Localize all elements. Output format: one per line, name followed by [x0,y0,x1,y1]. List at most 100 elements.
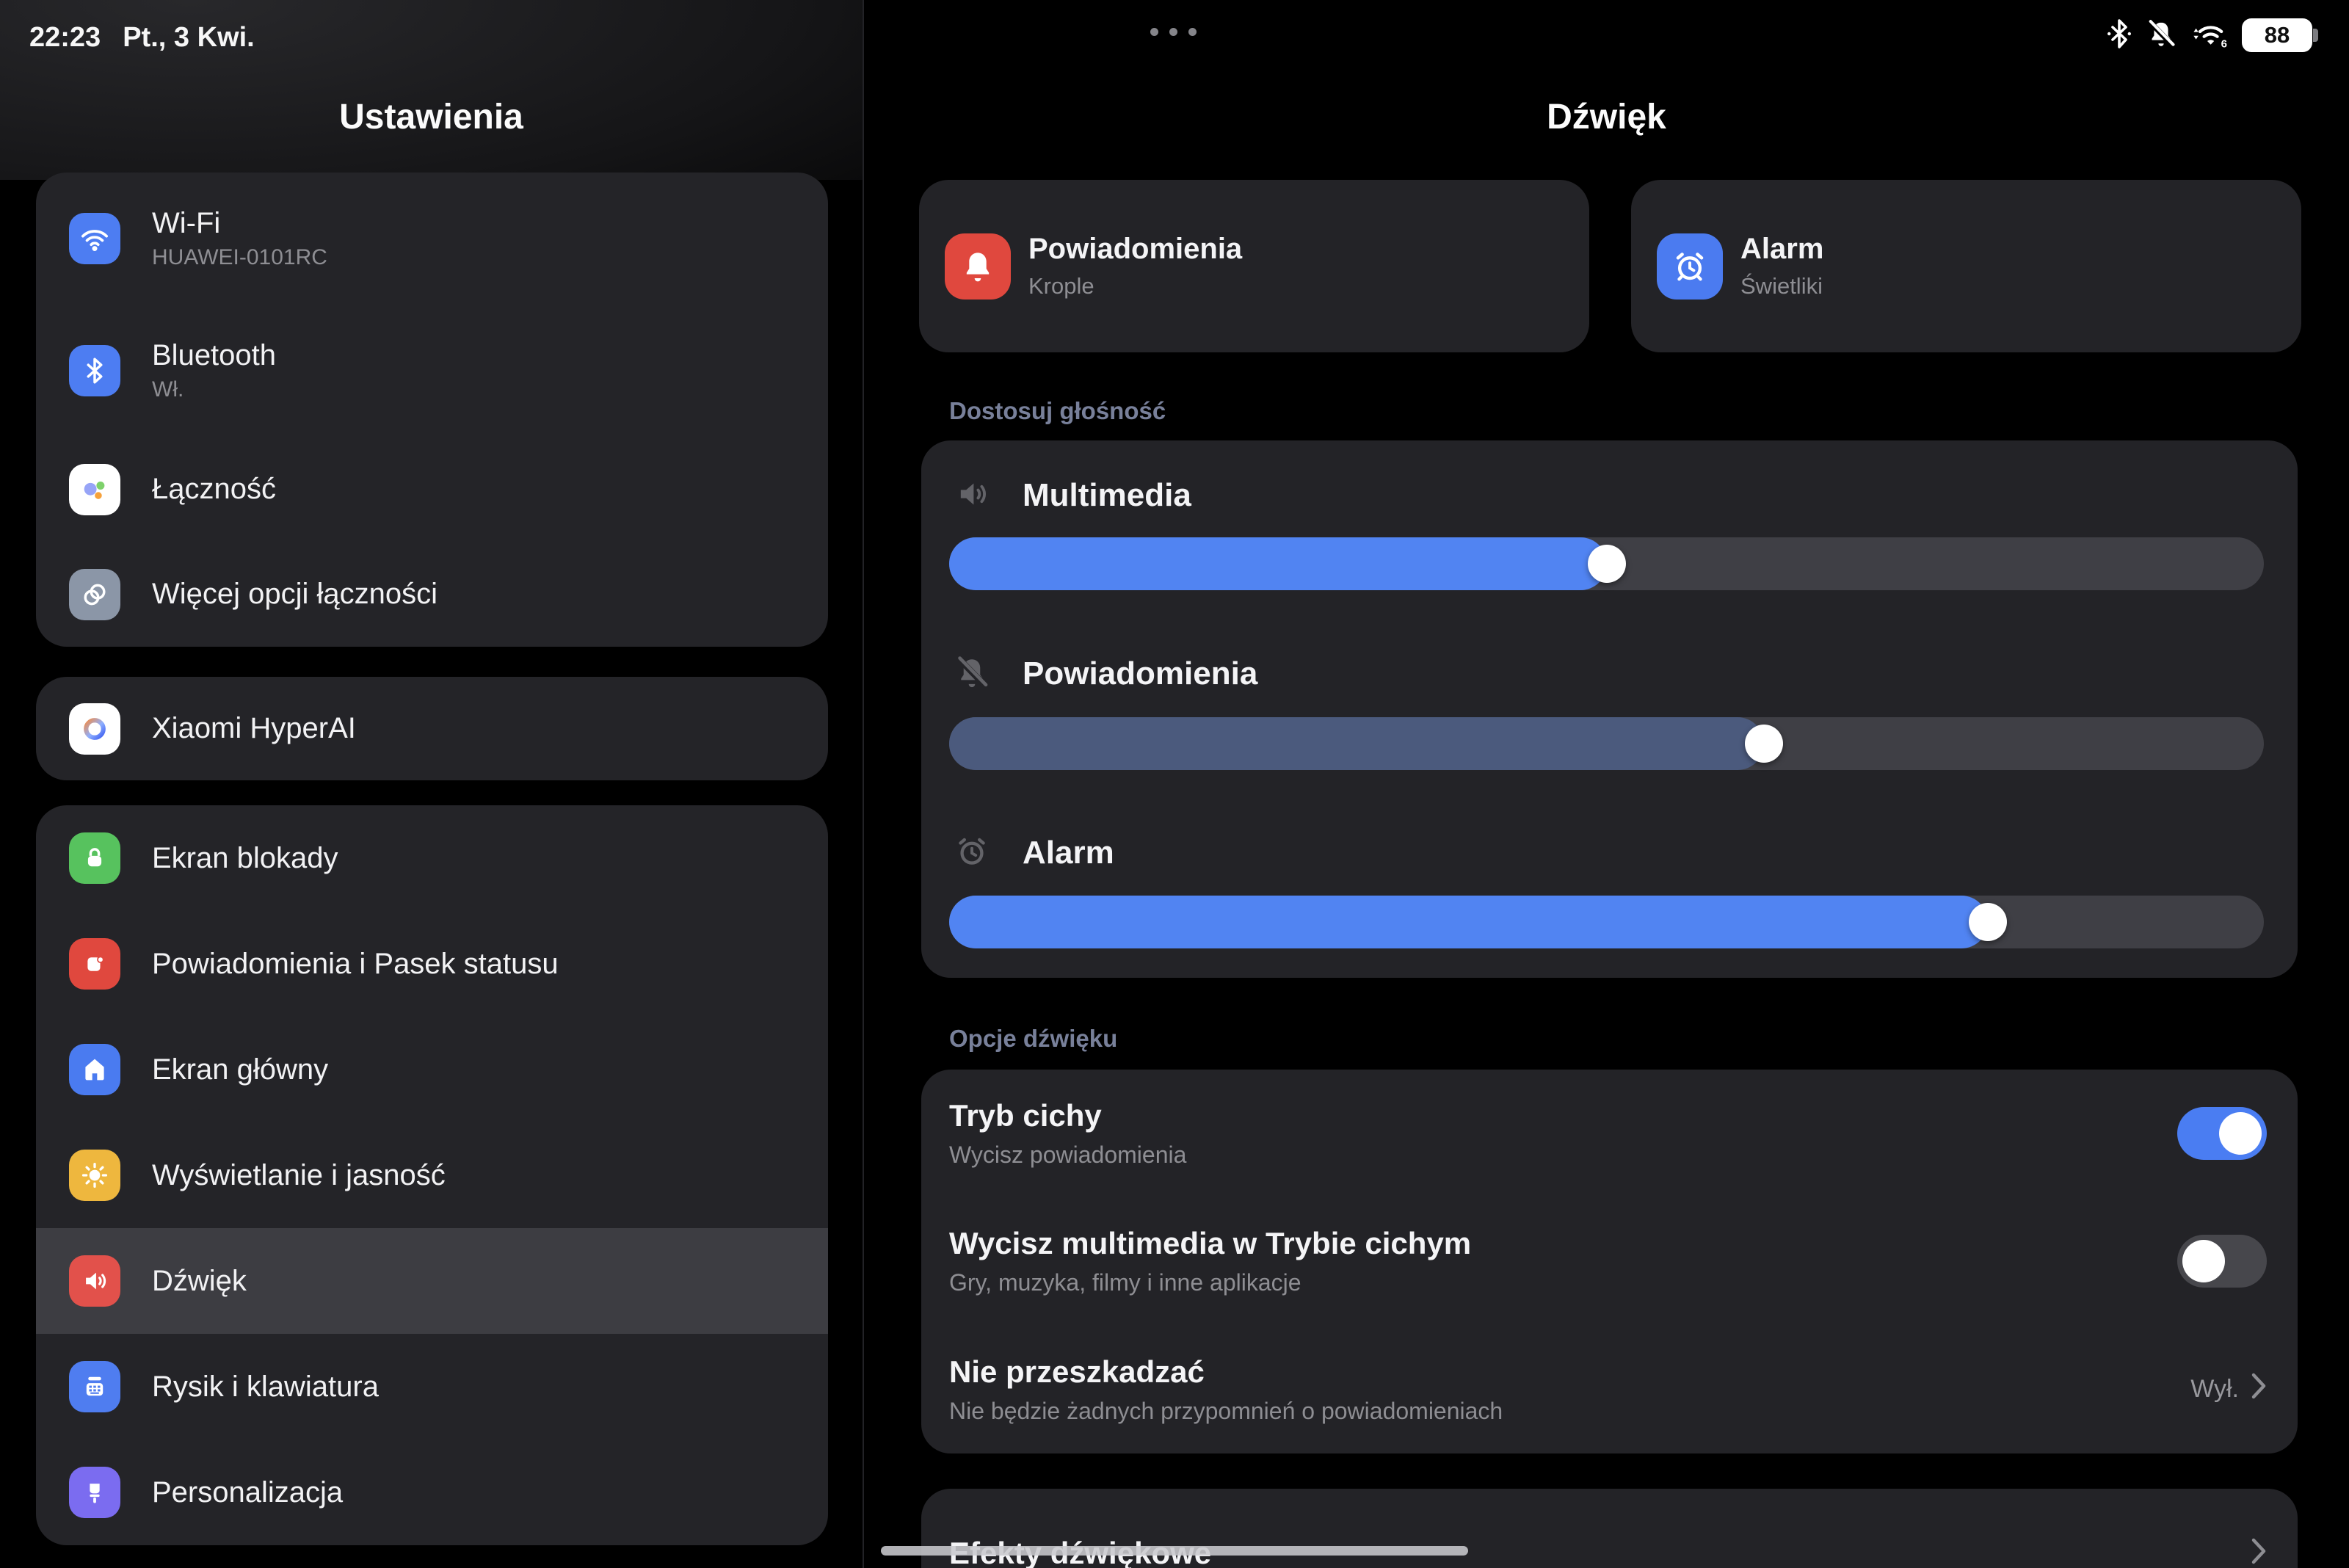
silent-mode-row[interactable]: Tryb cichy Wycisz powiadomienia [921,1070,2298,1197]
mute-media-toggle[interactable] [2177,1235,2267,1288]
sidebar-item-hyperai[interactable]: Xiaomi HyperAI [36,677,828,780]
bluetooth-status-icon [2107,18,2132,54]
alarm-sound-card[interactable]: Alarm Świetliki [1631,180,2301,352]
card-subtitle: Świetliki [1740,273,1823,300]
toggle-knob [2219,1112,2262,1155]
option-title: Nie przeszkadzać [949,1354,1503,1390]
sidebar-item-label: Łączność [152,473,276,506]
sound-effects-row[interactable]: Efekty dźwiękowe [921,1489,2298,1568]
sidebar-item-personalizacja[interactable]: Personalizacja [36,1440,828,1545]
slider-fill [949,896,1988,948]
bell-icon [945,233,1011,300]
alarm-clock-icon [1657,233,1723,300]
notifications-volume-slider[interactable] [949,717,2264,770]
slider-label: Powiadomienia [1023,656,1257,692]
sidebar-item-sublabel: Wł. [152,377,276,402]
wifi-icon [69,213,120,264]
sidebar-item-label: Ekran blokady [152,842,338,875]
bluetooth-icon [69,345,120,396]
card-title: Alarm [1740,233,1823,266]
lock-screen-icon [69,832,120,884]
notifications-muted-status-icon [2145,18,2177,54]
connectivity-icon [69,464,120,515]
display-brightness-icon [69,1150,120,1201]
sidebar-item-sublabel: HUAWEI-0101RC [152,245,327,270]
option-title: Wycisz multimedia w Trybie cichym [949,1226,1471,1261]
slider-thumb[interactable] [1969,903,2007,941]
card-subtitle: Krople [1028,273,1242,300]
chevron-right-icon [2251,1537,2267,1568]
slider-fill [949,717,1764,770]
home-indicator[interactable] [881,1546,1468,1556]
personalization-icon [69,1467,120,1518]
multimedia-volume-slider[interactable] [949,537,2264,590]
multimedia-volume-label: Multimedia [953,473,1191,518]
sidebar-item-label: Rysik i klawiatura [152,1371,379,1404]
sidebar-item-label: Dźwięk [152,1265,247,1298]
hyperai-icon [69,703,120,755]
sidebar: 22:23Pt., 3 Kwi. Ustawienia Wi-Fi HUAWEI… [0,0,863,1568]
slider-thumb[interactable] [1588,545,1626,583]
alarm-volume-slider[interactable] [949,896,2264,948]
home-screen-icon [69,1044,120,1095]
battery-percent: 88 [2265,22,2290,48]
toggle-knob [2182,1240,2225,1282]
page-title: Dźwięk [864,97,2349,137]
date: Pt., 3 Kwi. [123,22,254,53]
window-handle-dots-icon[interactable] [1150,28,1197,36]
statusbar-left: 22:23Pt., 3 Kwi. [29,22,255,54]
mute-media-row[interactable]: Wycisz multimedia w Trybie cichym Gry, m… [921,1197,2298,1325]
volume-card: Multimedia Powiadomienia [921,440,2298,978]
sidebar-group-hyperai: Xiaomi HyperAI [36,677,828,780]
sidebar-item-bluetooth[interactable]: Bluetooth Wł. [36,305,828,437]
sidebar-item-label: Więcej opcji łączności [152,578,438,611]
sound-icon [69,1255,120,1307]
slider-label: Alarm [1023,835,1114,871]
sidebar-item-dzwiek[interactable]: Dźwięk [36,1228,828,1334]
section-label-sound-options: Opcje dźwięku [949,1025,1117,1053]
sidebar-item-label: Ekran główny [152,1053,328,1086]
sidebar-item-wifi[interactable]: Wi-Fi HUAWEI-0101RC [36,173,828,305]
sidebar-item-label: Powiadomienia i Pasek statusu [152,948,559,981]
svg-text:6: 6 [2221,37,2227,50]
chevron-right-icon [2251,1372,2267,1407]
settings-app: 22:23Pt., 3 Kwi. Ustawienia Wi-Fi HUAWEI… [0,0,2349,1568]
option-value: Wył. [2190,1375,2239,1404]
slider-fill [949,537,1607,590]
speaker-icon [953,475,991,517]
sidebar-group-connectivity: Wi-Fi HUAWEI-0101RC Bluetooth Wł. [36,173,828,647]
sidebar-item-ekran-blokady[interactable]: Ekran blokady [36,805,828,911]
more-connectivity-icon [69,569,120,620]
statusbar-right: 6 88 [2107,16,2312,54]
card-title: Powiadomienia [1028,233,1242,266]
silent-mode-toggle[interactable] [2177,1107,2267,1160]
slider-thumb[interactable] [1745,725,1783,763]
sidebar-title: Ustawienia [0,97,863,137]
sidebar-item-label: Wyświetlanie i jasność [152,1159,446,1192]
wifi6-status-icon: 6 [2190,18,2229,54]
sidebar-item-label: Wi-Fi [152,207,327,240]
option-subtitle: Gry, muzyka, filmy i inne aplikacje [949,1269,1471,1296]
sidebar-item-label: Personalizacja [152,1476,343,1509]
section-label-volume: Dostosuj głośność [949,397,1166,425]
sidebar-item-ekran-glowny[interactable]: Ekran główny [36,1017,828,1122]
option-subtitle: Nie będzie żadnych przypomnień o powiado… [949,1398,1503,1425]
notifications-statusbar-icon [69,938,120,990]
sound-options-card: Tryb cichy Wycisz powiadomienia Wycisz m… [921,1070,2298,1453]
alarm-clock-icon [953,832,991,874]
sidebar-item-powiadomienia-pasek[interactable]: Powiadomienia i Pasek statusu [36,911,828,1017]
sidebar-item-wyswietlanie[interactable]: Wyświetlanie i jasność [36,1122,828,1228]
option-title: Tryb cichy [949,1098,1186,1133]
alarm-volume-label: Alarm [953,831,1114,875]
battery-icon: 88 [2242,18,2312,52]
sidebar-item-rysik[interactable]: Rysik i klawiatura [36,1334,828,1440]
sidebar-group-system: Ekran blokady Powiadomienia i Pasek stat… [36,805,828,1545]
sidebar-item-label: Bluetooth [152,339,276,372]
slider-label: Multimedia [1023,477,1191,514]
sidebar-item-wiecej-opcji[interactable]: Więcej opcji łączności [36,542,828,647]
do-not-disturb-row[interactable]: Nie przeszkadzać Nie będzie żadnych przy… [921,1326,2298,1453]
sidebar-item-lacznosc[interactable]: Łączność [36,437,828,542]
pane-divider [863,0,864,1568]
notification-sound-card[interactable]: Powiadomienia Krople [919,180,1589,352]
option-subtitle: Wycisz powiadomienia [949,1141,1186,1169]
